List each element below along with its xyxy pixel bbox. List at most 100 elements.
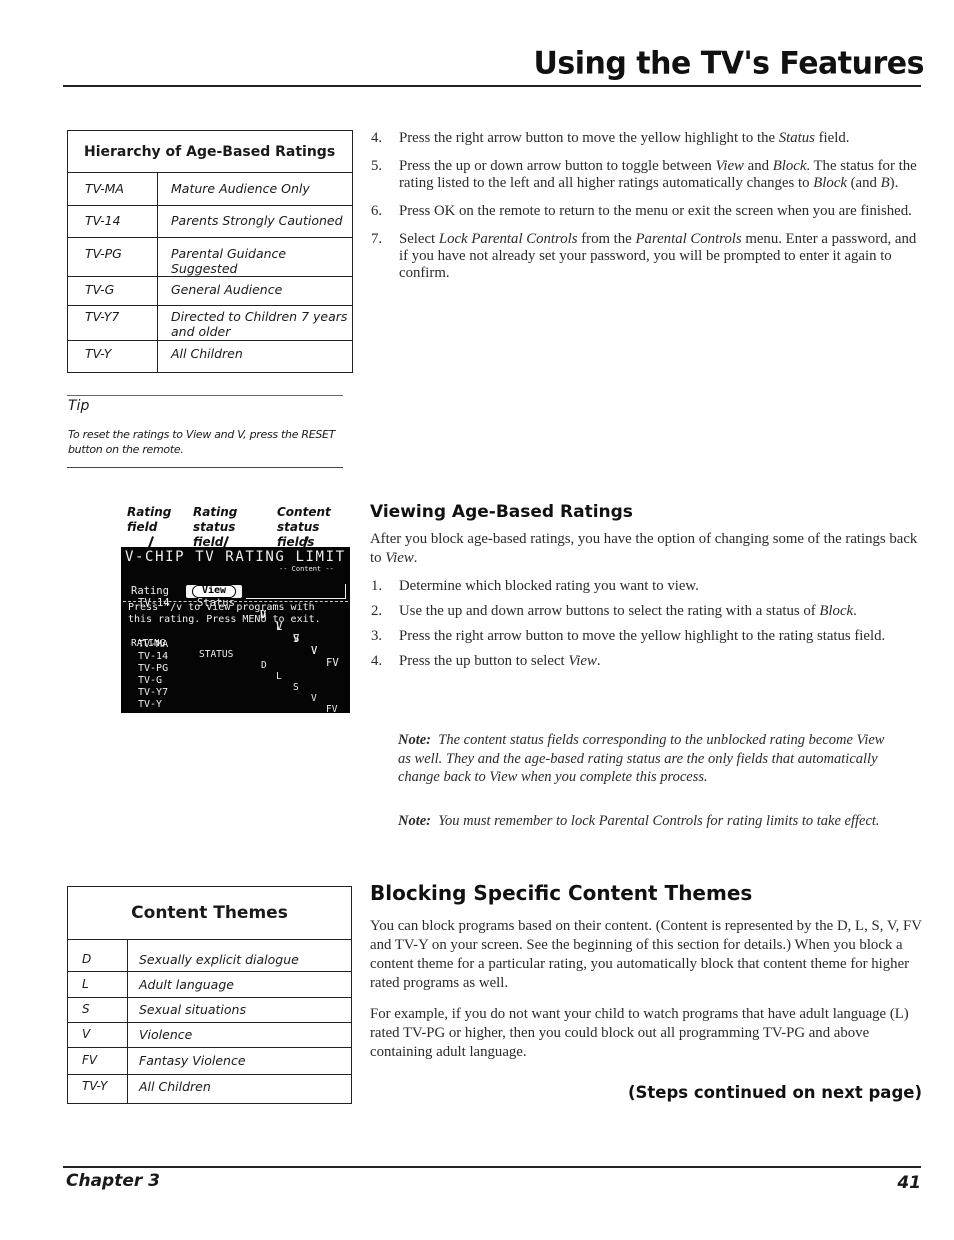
theme-description: Adult language — [127, 971, 352, 998]
header-rule — [63, 85, 921, 87]
table-row: S Sexual situations — [67, 997, 352, 1023]
table-row: TV-PG Parental Guidance Suggested — [67, 237, 353, 277]
emphasis-text: View — [568, 653, 597, 669]
theme-description: Sexual situations — [127, 997, 352, 1023]
step-item: 2. Use the up and down arrow buttons to s… — [371, 603, 921, 620]
viewing-intro-paragraph: After you block age-based ratings, you h… — [370, 531, 918, 566]
step-text: Press the up button to select View. — [399, 653, 601, 669]
tv-list-header-status: STATUS — [199, 649, 234, 660]
emphasis-text: Block — [772, 158, 807, 174]
tip-rule-bottom — [67, 467, 343, 468]
tv-list-header-col: L — [276, 671, 282, 682]
steps-list-viewing: 1. Determine which blocked rating you wan… — [371, 578, 921, 678]
theme-description: Sexually explicit dialogue — [127, 939, 352, 972]
tv-content-label: -- Content -- — [279, 565, 334, 573]
step-number: 4. — [371, 653, 383, 669]
theme-code: S — [67, 997, 128, 1023]
tv-list-header-col: S — [293, 682, 299, 693]
step-number: 6. — [371, 203, 383, 219]
table-row: TV-G General Audience — [67, 276, 353, 306]
step-number: 1. — [371, 578, 383, 594]
rating-code: TV-G — [67, 276, 158, 306]
step-item: 6. Press OK on the remote to return to th… — [371, 203, 921, 220]
step-number: 3. — [371, 628, 383, 644]
section-heading-viewing: Viewing Age-Based Ratings — [370, 502, 633, 522]
table-row: TV-MA Mature Audience Only — [67, 172, 353, 206]
step-number: 7. — [371, 231, 383, 247]
rating-code: TV-Y — [67, 340, 158, 373]
blocking-paragraph: For example, if you do not want your chi… — [370, 1006, 909, 1060]
rating-description: Mature Audience Only — [157, 172, 353, 206]
step-number: 4. — [371, 130, 383, 146]
rating-description: Parental Guidance Suggested — [157, 237, 353, 277]
tv-list-item[interactable]: TV-MA — [138, 639, 168, 650]
tip-rule-top — [67, 395, 343, 396]
page-title: Using the TV's Features — [533, 45, 925, 82]
blocking-paragraph: You can block programs based on their co… — [370, 918, 922, 991]
tv-instruction-line: Press ^/v to view programs with — [128, 602, 315, 613]
callout-text: Rating status field — [193, 505, 238, 549]
note-label: Note: — [398, 813, 432, 829]
step-item: 7. Select Lock Parental Controls from the… — [371, 231, 921, 282]
emphasis-text: View — [385, 550, 414, 566]
footer-rule — [63, 1166, 921, 1168]
tv-screen-vchip-menu: V-CHIP TV RATING LIMIT -- Content -- Rat… — [121, 547, 350, 713]
table-row: V Violence — [67, 1022, 352, 1048]
rating-description: Parents Strongly Cautioned — [157, 205, 353, 238]
theme-code: V — [67, 1022, 128, 1048]
tv-list-item[interactable]: TV-Y — [138, 699, 162, 710]
rating-code: TV-MA — [67, 172, 158, 206]
tv-list-header-col: V — [311, 693, 317, 704]
emphasis-text: B — [880, 175, 890, 191]
callout-rating-status-field: Rating status field — [193, 505, 265, 550]
rating-code: TV-PG — [67, 237, 158, 277]
rating-code: TV-Y7 — [67, 305, 158, 341]
tip-text: To reset the ratings to View and V, pres… — [68, 428, 336, 456]
footer-chapter: Chapter 3 — [66, 1171, 161, 1191]
emphasis-text: Status — [778, 130, 815, 146]
note: Note: The content status fields correspo… — [398, 731, 898, 787]
page-number: 41 — [897, 1173, 921, 1193]
step-text: Press the right arrow button to move the… — [399, 628, 886, 644]
note: Note: You must remember to lock Parental… — [398, 812, 898, 831]
tv-list-item[interactable]: TV-14 — [138, 651, 168, 662]
themes-table-title: Content Themes — [67, 886, 352, 940]
theme-description: Violence — [127, 1022, 352, 1048]
step-text: Determine which blocked rating you want … — [399, 578, 699, 594]
table-row: L Adult language — [67, 971, 352, 998]
ratings-hierarchy-table: Hierarchy of Age-Based Ratings TV-MA Mat… — [67, 130, 353, 373]
tip-label: Tip — [68, 398, 90, 414]
step-item: 1. Determine which blocked rating you wan… — [371, 578, 921, 595]
step-number: 2. — [371, 603, 383, 619]
note-text: The content status fields corresponding … — [398, 732, 885, 785]
rating-code: TV-14 — [67, 205, 158, 238]
step-item: 4. Press the right arrow button to move t… — [371, 130, 921, 147]
step-item: 4. Press the up button to select View. — [371, 653, 921, 670]
table-row: D Sexually explicit dialogue — [67, 939, 352, 972]
rating-description: General Audience — [157, 276, 353, 306]
table-row: TV-14 Parents Strongly Cautioned — [67, 205, 353, 238]
tv-instruction-line: this rating. Press MENU to exit. — [128, 614, 321, 625]
emphasis-text: Parental Controls — [635, 231, 742, 247]
ratings-table-title: Hierarchy of Age-Based Ratings — [67, 130, 353, 173]
step-number: 5. — [371, 158, 383, 174]
callout-text: Rating field — [127, 505, 172, 534]
theme-code: FV — [67, 1047, 128, 1075]
rating-description: Directed to Children 7 years and older — [157, 305, 353, 341]
tv-list-item[interactable]: TV-Y7 — [138, 687, 168, 698]
step-item: 5. Press the up or down arrow button to t… — [371, 158, 921, 192]
theme-code: D — [67, 939, 128, 972]
table-row: TV-Y All Children — [67, 340, 353, 373]
table-row: TV-Y7 Directed to Children 7 years and o… — [67, 305, 353, 341]
theme-description: Fantasy Violence — [127, 1047, 352, 1075]
tv-list-item[interactable]: TV-PG — [138, 663, 168, 674]
step-text: Press OK on the remote to return to the … — [399, 203, 912, 219]
theme-description: All Children — [127, 1074, 352, 1104]
steps-list-top: 4. Press the right arrow button to move t… — [371, 130, 921, 293]
emphasis-text: Lock Parental Controls — [438, 231, 578, 247]
tv-list-item[interactable]: TV-G — [138, 675, 162, 686]
table-row: TV-Y All Children — [67, 1074, 352, 1104]
emphasis-text: Block — [819, 603, 854, 619]
step-text: Use the up and down arrow buttons to sel… — [399, 603, 857, 619]
step-text: Select Lock Parental Controls from the P… — [399, 231, 917, 281]
